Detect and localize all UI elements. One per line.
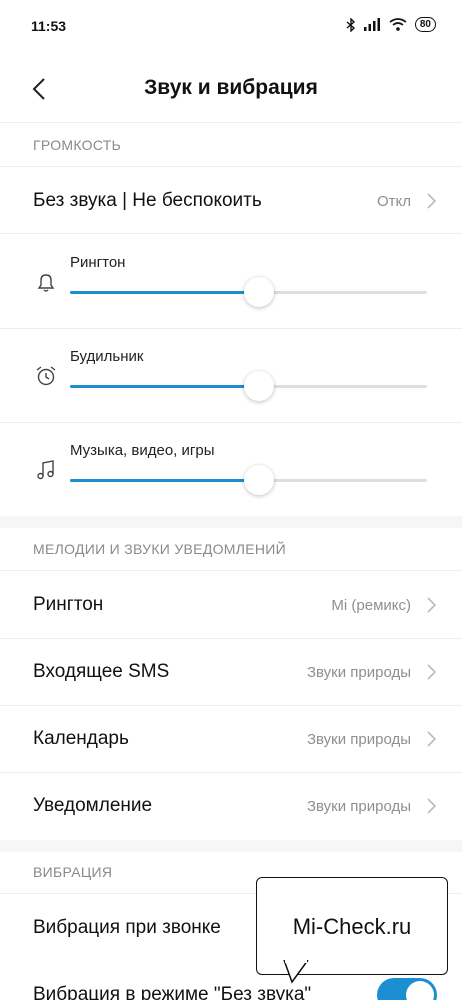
section-header-vibration: ВИБРАЦИЯ [33,864,113,880]
chevron-right-icon [427,798,437,814]
bluetooth-icon [346,17,355,32]
slider-thumb[interactable] [244,277,275,307]
dnd-row-label: Без звука | Не беспокоить [33,190,262,211]
wifi-icon [389,18,407,31]
divider [0,122,462,123]
watermark-callout-tail [283,960,309,984]
dnd-row-value: Откл [376,193,411,210]
watermark-text: Mi-Check.ru [292,914,412,939]
battery-icon: 80 [414,17,436,32]
slider-fill [70,479,260,482]
row-label: Вибрация при звонке [33,917,221,938]
sound-row-notification[interactable]: Уведомление Звуки природы [0,773,462,839]
slider-thumb[interactable] [244,371,275,401]
chevron-right-icon [427,597,437,613]
volume-slider-ringtone: Рингтон [0,235,462,329]
row-label: Рингтон [33,594,104,615]
volume-label: Рингтон [70,254,126,271]
slider-thumb[interactable] [244,465,275,495]
vibration-silent-toggle[interactable] [377,978,437,1000]
header: Звук и вибрация [0,56,462,122]
row-label: Уведомление [33,795,153,816]
chevron-right-icon [427,731,437,747]
section-header-volume: ГРОМКОСТЬ [33,137,122,153]
section-header-sounds: МЕЛОДИИ И ЗВУКИ УВЕДОМЛЕНИЙ [33,541,287,557]
chevron-right-icon [427,664,437,680]
row-value: Звуки природы [306,664,411,681]
slider-fill [70,385,260,388]
row-value: Звуки природы [306,798,411,815]
status-bar: 11:53 80 [0,0,462,56]
volume-slider-alarm: Будильник [0,329,462,423]
divider [0,233,462,234]
toggle-knob [406,981,434,1000]
status-icons: 80 [346,17,436,32]
sound-row-sms[interactable]: Входящее SMS Звуки природы [0,639,462,705]
slider-track[interactable] [70,371,427,401]
page-title: Звук и вибрация [144,76,318,99]
section-separator [0,516,462,528]
row-label: Входящее SMS [33,661,170,682]
volume-label: Музыка, видео, игры [70,442,215,459]
slider-fill [70,291,260,294]
alarm-clock-icon [36,366,56,386]
slider-track[interactable] [70,465,427,495]
volume-slider-media: Музыка, видео, игры [0,423,462,517]
music-note-icon [37,460,54,480]
bell-icon [37,274,55,292]
dnd-row[interactable]: Без звука | Не беспокоить Откл [0,167,462,233]
volume-label: Будильник [70,348,144,365]
row-value: Mi (ремикс) [331,597,411,614]
row-value: Звуки природы [306,731,411,748]
sound-row-ringtone[interactable]: Рингтон Mi (ремикс) [0,571,462,637]
sound-row-calendar[interactable]: Календарь Звуки природы [0,706,462,772]
row-label: Вибрация в режиме "Без звука" [33,984,312,1000]
signal-icon [363,18,380,31]
chevron-right-icon [427,193,437,209]
section-separator [0,840,462,852]
slider-track[interactable] [70,277,427,307]
status-time: 11:53 [31,18,67,34]
row-label: Календарь [33,728,129,749]
